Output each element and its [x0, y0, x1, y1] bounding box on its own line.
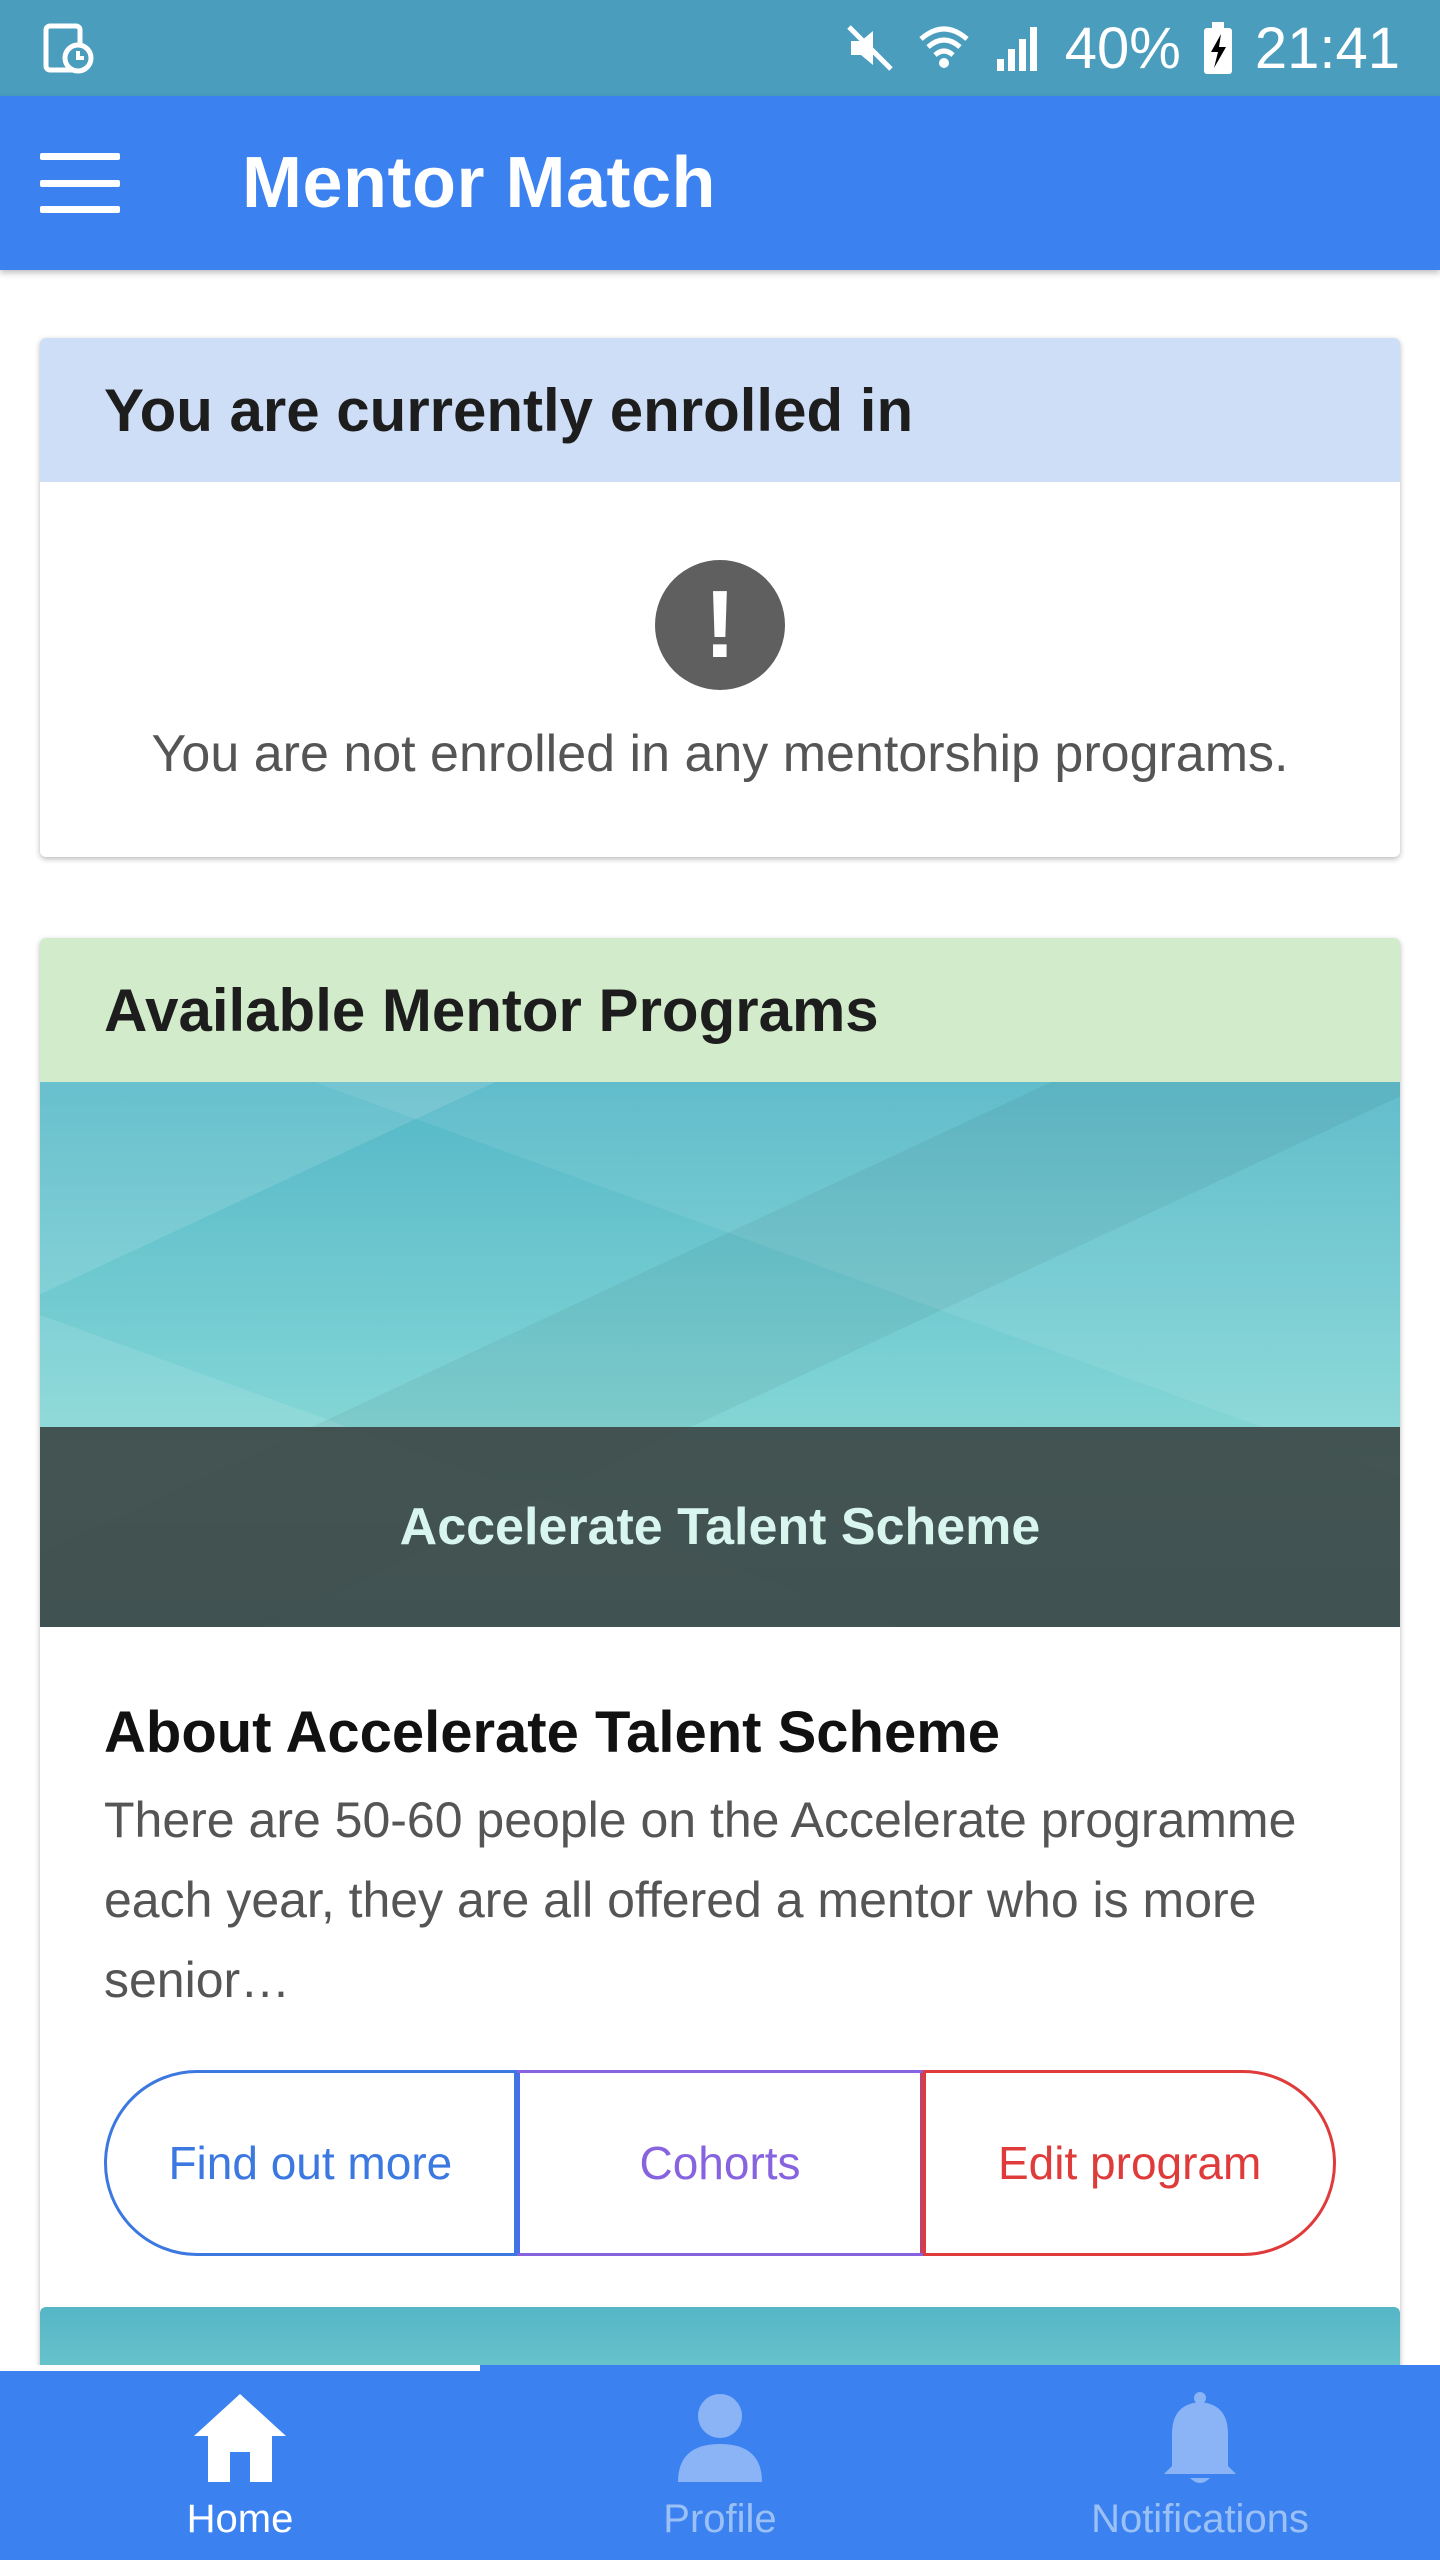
status-bar: 40% 21:41: [0, 0, 1440, 96]
program-banner-image[interactable]: Accelerate Talent Scheme: [40, 1082, 1400, 1627]
program-about: About Accelerate Talent Scheme There are…: [40, 1627, 1400, 2256]
main-content[interactable]: You are currently enrolled in ! You are …: [0, 270, 1440, 2365]
enrolled-card: You are currently enrolled in ! You are …: [40, 338, 1400, 857]
menu-button[interactable]: [40, 153, 120, 213]
home-icon: [188, 2390, 292, 2491]
empty-message: You are not enrolled in any mentorship p…: [151, 725, 1289, 783]
about-text: There are 50-60 people on the Accelerate…: [104, 1792, 1297, 2008]
clock-time: 21:41: [1254, 15, 1400, 81]
nav-profile[interactable]: Profile: [480, 2365, 960, 2560]
nav-notifications[interactable]: Notifications: [960, 2365, 1440, 2560]
find-out-more-button[interactable]: Find out more: [104, 2070, 517, 2256]
battery-charging-icon: [1201, 20, 1235, 76]
nav-notifications-label: Notifications: [1091, 2497, 1309, 2541]
program-banner-caption: Accelerate Talent Scheme: [40, 1427, 1400, 1627]
app-bar: Mentor Match: [0, 96, 1440, 270]
hamburger-line: [40, 206, 120, 213]
nav-home[interactable]: Home: [0, 2365, 480, 2560]
hamburger-line: [40, 179, 120, 187]
active-tab-indicator: [0, 2365, 480, 2371]
cohorts-button[interactable]: Cohorts: [516, 2070, 924, 2256]
hamburger-icon: [40, 153, 120, 160]
nav-home-label: Home: [186, 2497, 294, 2541]
app-title: Mentor Match: [242, 143, 716, 223]
bell-icon: [1148, 2390, 1252, 2491]
programs-card-title: Available Mentor Programs: [40, 938, 1400, 1082]
about-title: About Accelerate Talent Scheme: [104, 1700, 1001, 1765]
bottom-navigation: Home Profile Notifications: [0, 2365, 1440, 2560]
empty-state: ! You are not enrolled in any mentorship…: [40, 482, 1400, 857]
program-actions: Find out more Cohorts Edit program: [104, 2070, 1337, 2256]
nav-profile-label: Profile: [663, 2497, 777, 2541]
edit-program-button[interactable]: Edit program: [923, 2070, 1337, 2256]
battery-percent: 40%: [1064, 15, 1181, 81]
programs-card: Available Mentor Programs Accelerate Tal…: [40, 938, 1400, 2365]
mute-icon: [843, 21, 897, 75]
wifi-icon: [917, 21, 971, 75]
signal-icon: [991, 21, 1045, 75]
person-icon: [668, 2390, 772, 2491]
alert-icon: !: [655, 560, 785, 690]
next-program-card[interactable]: [40, 2307, 1400, 2365]
enrolled-card-title: You are currently enrolled in: [40, 338, 1400, 482]
screen-timer-icon: [40, 20, 96, 76]
